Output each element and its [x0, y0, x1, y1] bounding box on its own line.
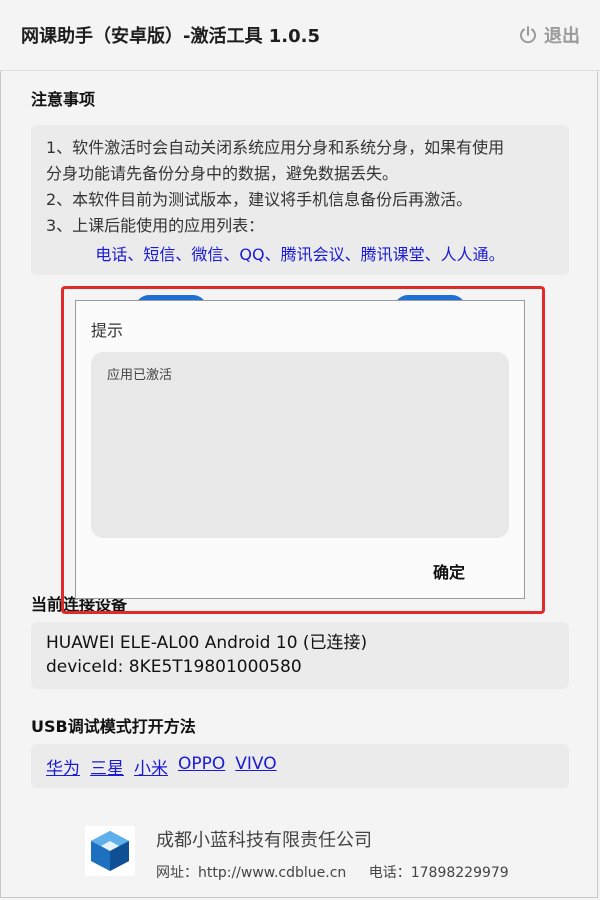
- company-name: 成都小蓝科技有限责任公司: [156, 830, 372, 851]
- website-text: 网址：http://www.cdblue.cn: [156, 865, 347, 881]
- company-logo: [85, 826, 135, 876]
- app-list: 电话、短信、微信、QQ、腾讯会议、腾讯课堂、人人通。: [95, 245, 505, 264]
- device-id: deviceId: 8KE5T19801000580: [46, 657, 302, 677]
- usb-link-huawei[interactable]: 华为: [46, 754, 80, 779]
- notice-line: 2、本软件目前为测试版本，建议将手机信息备份后再激活。: [46, 190, 473, 209]
- power-icon: [518, 25, 538, 45]
- usb-links: 华为 三星 小米 OPPO VIVO: [31, 744, 569, 788]
- notice-heading: 注意事项: [31, 90, 96, 109]
- exit-button[interactable]: 退出: [518, 22, 580, 48]
- notice-line: 3、上课后能使用的应用列表：: [46, 216, 265, 235]
- highlight-box: [61, 286, 545, 614]
- notice-box: 1、软件激活时会自动关闭系统应用分身和系统分身，如果有使用 分身功能请先备份分身…: [31, 125, 569, 275]
- title-bar: 网课助手（安卓版）-激活工具 1.0.5 退出: [0, 0, 600, 71]
- device-status: HUAWEI ELE-AL00 Android 10 (已连接): [46, 633, 368, 653]
- usb-link-samsung[interactable]: 三星: [90, 754, 124, 779]
- usb-link-oppo[interactable]: OPPO: [178, 754, 225, 778]
- notice-line: 1、软件激活时会自动关闭系统应用分身和系统分身，如果有使用: [46, 138, 505, 157]
- device-box: HUAWEI ELE-AL00 Android 10 (已连接) deviceI…: [31, 622, 569, 689]
- phone-text: 电话：17898229979: [368, 865, 509, 881]
- usb-heading: USB调试模式打开方法: [31, 717, 196, 736]
- usb-link-vivo[interactable]: VIVO: [235, 754, 276, 778]
- notice-line: 分身功能请先备份分身中的数据，避免数据丢失。: [46, 164, 399, 183]
- usb-link-xiaomi[interactable]: 小米: [134, 754, 168, 779]
- contact-info: 网址：http://www.cdblue.cn 电话：17898229979: [156, 862, 509, 882]
- app-title: 网课助手（安卓版）-激活工具 1.0.5: [21, 26, 320, 47]
- exit-label: 退出: [544, 26, 580, 47]
